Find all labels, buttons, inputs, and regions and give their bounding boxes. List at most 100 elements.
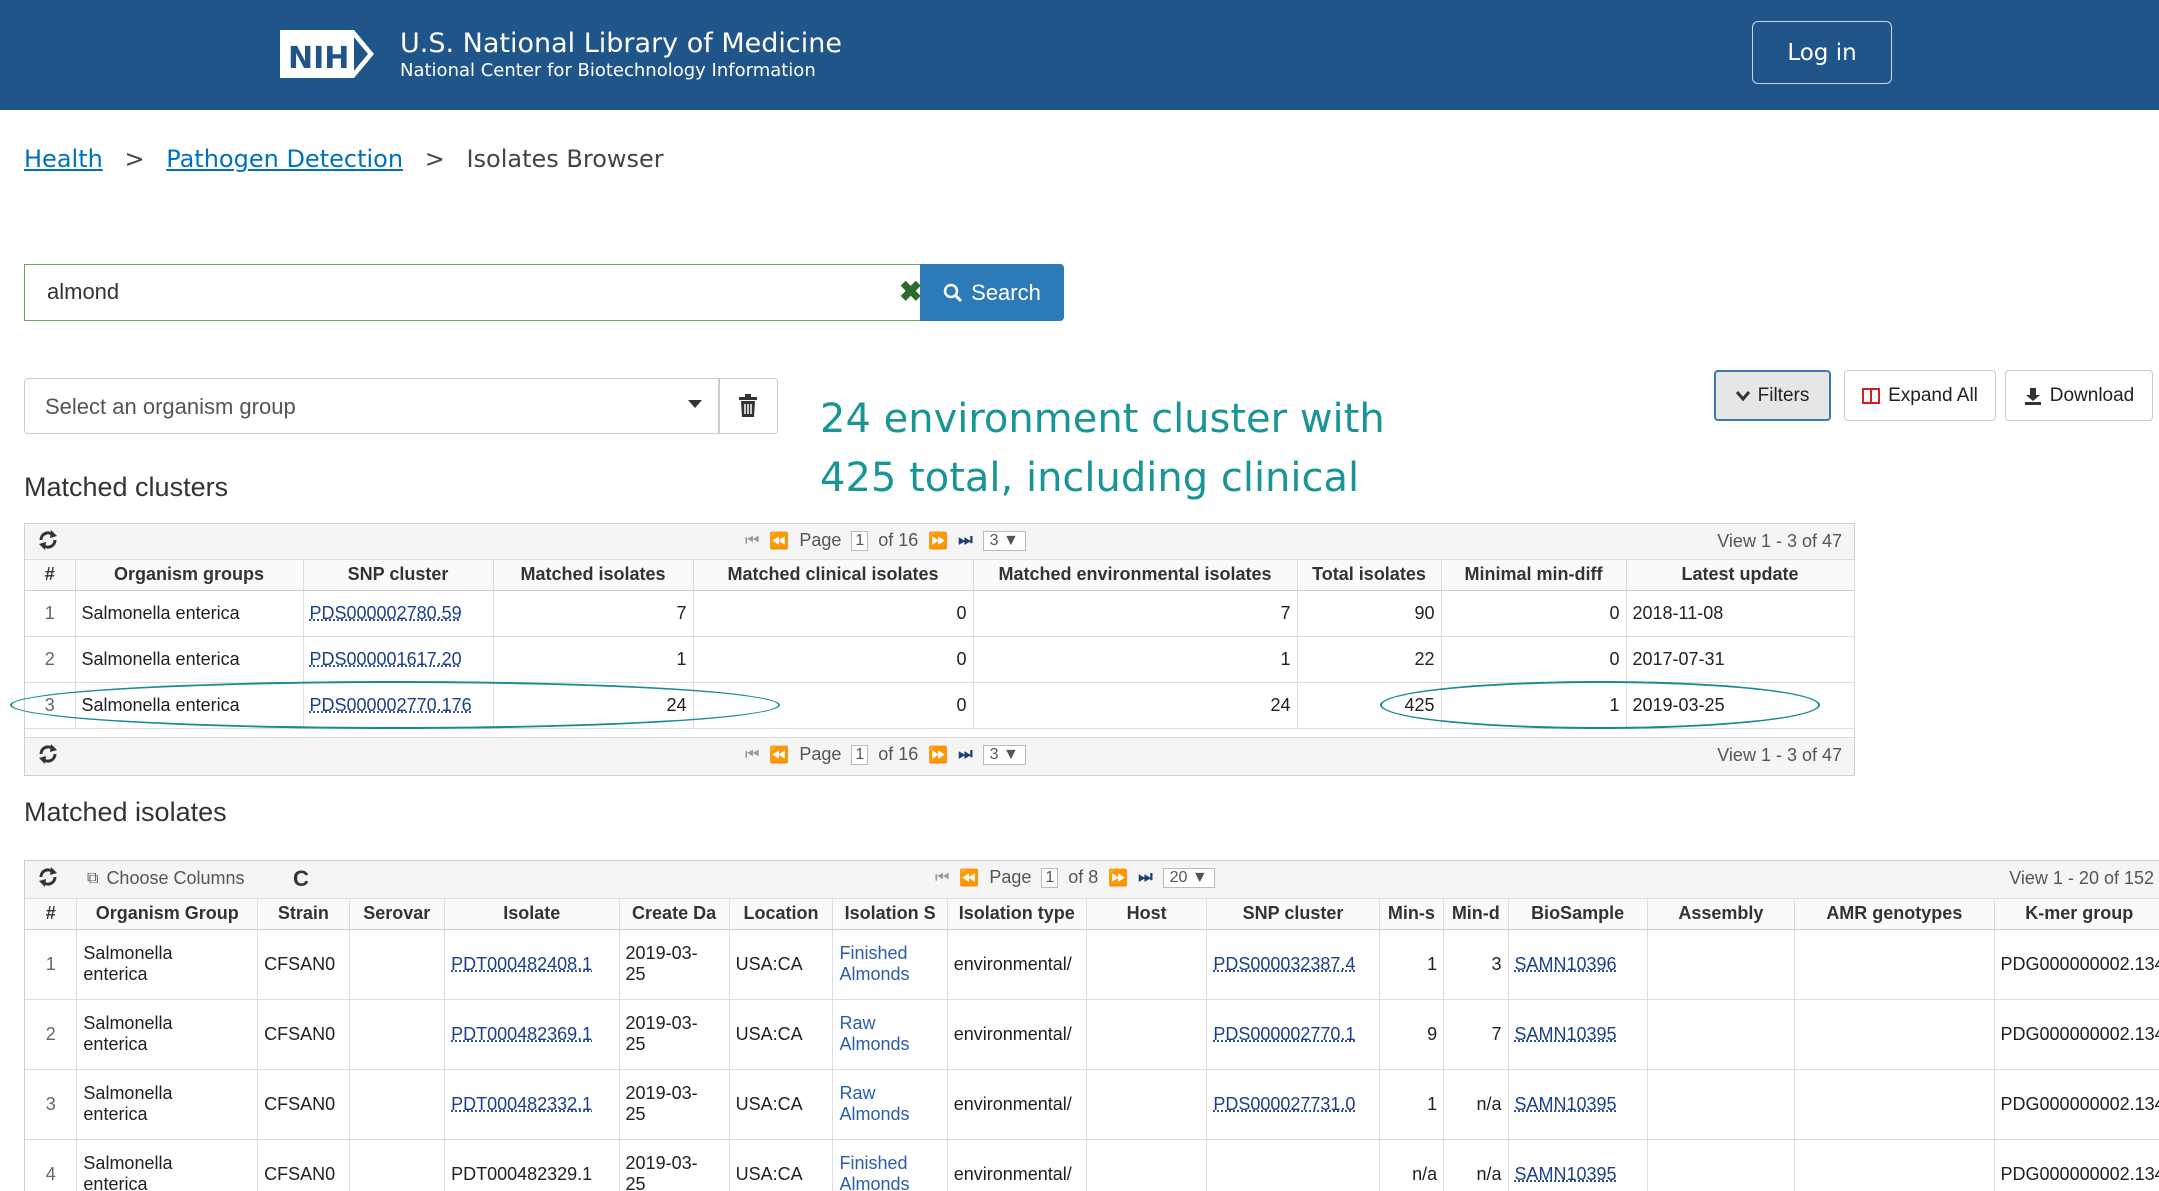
column-header[interactable]: Assembly: [1647, 899, 1796, 930]
column-header[interactable]: Organism Group: [76, 899, 259, 930]
prev-page-icon[interactable]: ⏪: [959, 868, 979, 888]
highlight-oval: [1380, 681, 1820, 729]
first-page-icon[interactable]: ⏮: [745, 746, 759, 764]
column-header[interactable]: Serovar: [349, 899, 446, 930]
column-header[interactable]: Isolation type: [947, 899, 1087, 930]
breadcrumb-current: Isolates Browser: [466, 145, 664, 173]
annotation-line-1: 24 environment cluster with: [820, 396, 1385, 442]
column-header[interactable]: #: [25, 899, 78, 930]
refresh-icon[interactable]: [37, 743, 59, 770]
last-page-icon[interactable]: ⏭: [958, 746, 972, 764]
column-header[interactable]: Min-s: [1379, 899, 1445, 930]
prev-page-icon[interactable]: ⏪: [769, 531, 789, 551]
isolates-table: # Organism Group Strain Serovar Isolate …: [25, 899, 2159, 1191]
breadcrumb-health-link[interactable]: Health: [24, 145, 103, 173]
column-header[interactable]: Host: [1086, 899, 1208, 930]
expand-all-label: Expand All: [1888, 384, 1978, 406]
column-header[interactable]: Total isolates: [1297, 560, 1442, 591]
column-header[interactable]: Minimal min-diff: [1441, 560, 1627, 591]
table-row[interactable]: 2 Salmonella enterica CFSAN0 PDT000482369…: [25, 999, 2159, 1070]
column-header[interactable]: Min-d: [1443, 899, 1509, 930]
filters-button[interactable]: Filters: [1714, 370, 1831, 421]
chevron-down-icon: [1735, 390, 1750, 401]
snp-cluster-link[interactable]: PDS000027731.0: [1213, 1094, 1355, 1114]
column-header[interactable]: AMR genotypes: [1794, 899, 1995, 930]
highlight-oval: [10, 681, 780, 729]
first-page-icon[interactable]: ⏮: [935, 869, 949, 887]
column-header[interactable]: Organism groups: [75, 560, 304, 591]
per-page-select[interactable]: 20 ▼: [1162, 867, 1215, 888]
biosample-link[interactable]: SAMN10395: [1515, 1164, 1617, 1184]
login-button[interactable]: Log in: [1752, 21, 1892, 84]
column-header[interactable]: K-mer group: [1994, 899, 2159, 930]
isolate-link[interactable]: PDT000482408.1: [451, 954, 592, 974]
column-header[interactable]: Isolation S: [832, 899, 948, 930]
view-range: View 1 - 20 of 152: [2009, 868, 2154, 888]
biosample-link[interactable]: SAMN10395: [1515, 1024, 1617, 1044]
per-page-select[interactable]: 3 ▼: [982, 530, 1026, 551]
download-icon: [2024, 387, 2042, 405]
page-label: Page: [989, 867, 1032, 887]
table-row[interactable]: 3 Salmonella enterica CFSAN0 PDT000482332…: [25, 1069, 2159, 1140]
page-input[interactable]: 1: [851, 744, 869, 765]
refresh-icon[interactable]: [37, 529, 59, 556]
next-page-icon[interactable]: ⏩: [928, 745, 948, 765]
column-header[interactable]: SNP cluster: [1206, 899, 1380, 930]
table-row[interactable]: 1 Salmonella enterica CFSAN0 PDT000482408…: [25, 929, 2159, 1000]
clusters-grid: ⏮ ⏪ Page 1 of 16 ⏩ ⏭ 3 ▼ View 1 - 3 of 4…: [24, 523, 1855, 776]
clear-search-icon[interactable]: ✖: [899, 275, 922, 308]
snp-cluster-link[interactable]: PDS000002770.1: [1213, 1024, 1355, 1044]
breadcrumb-separator: >: [424, 145, 445, 173]
table-row[interactable]: 2 Salmonella enterica PDS000001617.20 1 …: [25, 636, 1855, 683]
expand-all-button[interactable]: Expand All: [1844, 370, 1996, 421]
search-input[interactable]: [47, 279, 827, 305]
next-page-icon[interactable]: ⏩: [928, 531, 948, 551]
snp-cluster-link[interactable]: PDS000032387.4: [1213, 954, 1355, 974]
column-header[interactable]: Latest update: [1626, 560, 1855, 591]
column-header[interactable]: #: [25, 560, 76, 591]
column-header[interactable]: Matched clinical isolates: [693, 560, 974, 591]
site-title[interactable]: U.S. National Library of Medicine: [400, 28, 842, 59]
biosample-link[interactable]: SAMN10396: [1515, 954, 1617, 974]
page-input[interactable]: 1: [851, 530, 869, 551]
pager-controls: ⏮ ⏪ Page 1 of 8 ⏩ ⏭ 20 ▼: [935, 867, 1215, 888]
breadcrumb-pathogen-link[interactable]: Pathogen Detection: [166, 145, 403, 173]
table-row[interactable]: 1 Salmonella enterica PDS000002780.59 7 …: [25, 590, 1855, 637]
first-page-icon[interactable]: ⏮: [745, 532, 759, 550]
next-page-icon[interactable]: ⏩: [1108, 868, 1128, 888]
columns-icon: ⧉: [87, 869, 99, 887]
view-range: View 1 - 3 of 47: [1717, 531, 1842, 551]
snp-cluster-link[interactable]: PDS000001617.20: [310, 649, 462, 669]
search-button[interactable]: Search: [920, 264, 1064, 321]
prev-page-icon[interactable]: ⏪: [769, 745, 789, 765]
isolate-link[interactable]: PDT000482332.1: [451, 1094, 592, 1114]
organism-group-select[interactable]: Select an organism group: [24, 378, 720, 434]
chevron-down-icon[interactable]: [688, 400, 702, 408]
column-header[interactable]: BioSample: [1508, 899, 1648, 930]
isolate-link[interactable]: PDT000482369.1: [451, 1024, 592, 1044]
refresh-icon[interactable]: [37, 866, 59, 893]
column-header[interactable]: Matched isolates: [493, 560, 694, 591]
per-page-select[interactable]: 3 ▼: [982, 744, 1026, 765]
isolates-pager: ⧉ Choose Columns C ⏮ ⏪ Page 1 of 8 ⏩ ⏭ 2…: [25, 861, 2159, 899]
column-header[interactable]: Strain: [257, 899, 350, 930]
clear-organism-button[interactable]: [718, 378, 778, 434]
filters-label: Filters: [1757, 384, 1810, 406]
reset-columns-icon[interactable]: C: [293, 866, 309, 892]
page-count: of 8: [1068, 867, 1099, 887]
column-header[interactable]: SNP cluster: [303, 560, 494, 591]
column-header[interactable]: Matched environmental isolates: [973, 560, 1298, 591]
column-header[interactable]: Create Da: [619, 899, 730, 930]
last-page-icon[interactable]: ⏭: [958, 532, 972, 550]
nih-logo[interactable]: NIH: [278, 24, 378, 84]
choose-columns-button[interactable]: ⧉ Choose Columns: [87, 868, 245, 889]
table-row[interactable]: 4 Salmonella enterica CFSAN0 PDT000482329…: [25, 1139, 2159, 1191]
column-header[interactable]: Location: [729, 899, 834, 930]
snp-cluster-link[interactable]: PDS000002780.59: [310, 603, 462, 623]
page-label: Page: [799, 744, 842, 764]
last-page-icon[interactable]: ⏭: [1138, 869, 1152, 887]
download-button[interactable]: Download: [2005, 370, 2153, 421]
page-input[interactable]: 1: [1041, 867, 1059, 888]
column-header[interactable]: Isolate: [444, 899, 620, 930]
biosample-link[interactable]: SAMN10395: [1515, 1094, 1617, 1114]
